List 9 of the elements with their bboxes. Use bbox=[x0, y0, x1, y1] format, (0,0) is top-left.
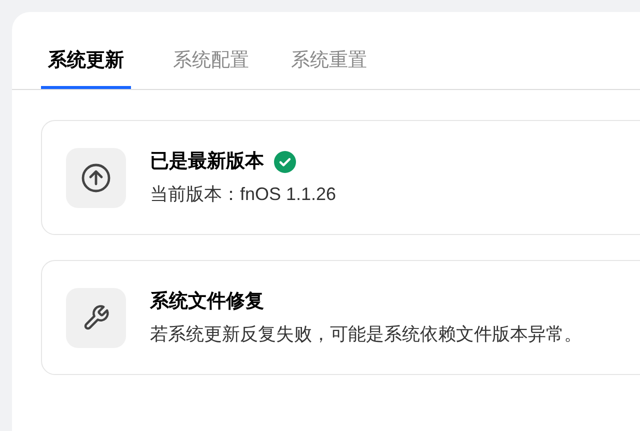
arrow-up-circle-icon bbox=[81, 162, 111, 192]
card-description: 若系统更新反复失败，可能是系统依赖文件版本异常。 bbox=[150, 322, 582, 346]
wrench-icon bbox=[82, 304, 110, 332]
tab[interactable]: 系统配置 bbox=[173, 37, 249, 89]
card-title: 已是最新版本 bbox=[150, 150, 264, 174]
card-title: 系统文件修复 bbox=[150, 290, 264, 314]
tab[interactable]: 系统更新 bbox=[41, 37, 131, 89]
card-description: 当前版本：fnOS 1.1.26 bbox=[150, 182, 336, 206]
tab[interactable]: 系统重置 bbox=[291, 37, 367, 89]
